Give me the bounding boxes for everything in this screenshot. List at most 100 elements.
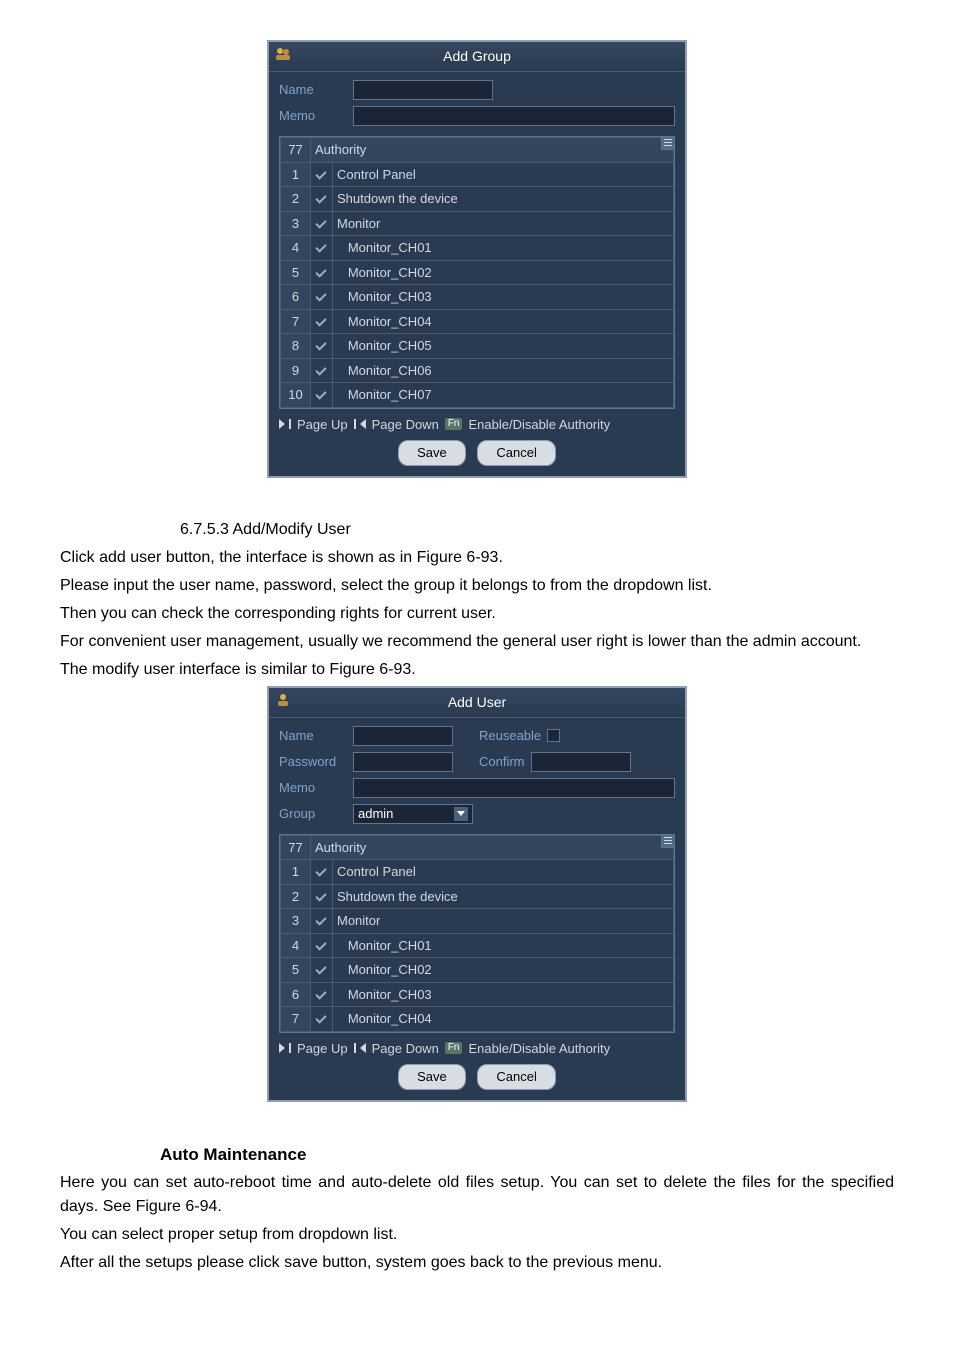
authority-label: Monitor_CH05 bbox=[333, 334, 674, 359]
row-checkbox[interactable] bbox=[311, 982, 333, 1007]
table-row[interactable]: 2Shutdown the device bbox=[281, 884, 674, 909]
row-checkbox[interactable] bbox=[311, 884, 333, 909]
authority-label: Monitor_CH03 bbox=[333, 285, 674, 310]
scrollbar-top-icon[interactable] bbox=[661, 834, 675, 848]
check-icon bbox=[315, 864, 327, 876]
table-row[interactable]: 7 Monitor_CH04 bbox=[281, 1007, 674, 1032]
row-checkbox[interactable] bbox=[311, 285, 333, 310]
name-input[interactable] bbox=[353, 80, 493, 100]
table-row[interactable]: 1Control Panel bbox=[281, 860, 674, 885]
save-button[interactable]: Save bbox=[398, 1064, 466, 1090]
authority-table-wrap: 77 Authority 1Control Panel2Shutdown the… bbox=[279, 834, 675, 1033]
row-checkbox[interactable] bbox=[311, 334, 333, 359]
authority-label: Control Panel bbox=[333, 162, 674, 187]
authority-label: Shutdown the device bbox=[333, 884, 674, 909]
authority-label: Shutdown the device bbox=[333, 187, 674, 212]
enable-disable-label: Enable/Disable Authority bbox=[468, 415, 610, 435]
row-number: 6 bbox=[281, 285, 311, 310]
row-checkbox[interactable] bbox=[311, 187, 333, 212]
reuseable-label: Reuseable bbox=[479, 726, 541, 746]
row-number: 3 bbox=[281, 909, 311, 934]
group-select[interactable]: admin bbox=[353, 804, 473, 824]
table-row[interactable]: 5 Monitor_CH02 bbox=[281, 958, 674, 983]
table-row[interactable]: 5 Monitor_CH02 bbox=[281, 260, 674, 285]
row-checkbox[interactable] bbox=[311, 260, 333, 285]
page-up-icon[interactable] bbox=[279, 1043, 291, 1053]
dialog-titlebar: Add User bbox=[269, 688, 685, 718]
check-icon bbox=[315, 191, 327, 203]
table-row[interactable]: 2Shutdown the device bbox=[281, 187, 674, 212]
auto-maintenance-heading: Auto Maintenance bbox=[160, 1142, 894, 1168]
check-icon bbox=[315, 387, 327, 399]
row-checkbox[interactable] bbox=[311, 236, 333, 261]
fn-badge: Fn bbox=[445, 418, 463, 430]
row-number: 6 bbox=[281, 982, 311, 1007]
save-button[interactable]: Save bbox=[398, 440, 466, 466]
memo-label: Memo bbox=[279, 106, 347, 126]
table-row[interactable]: 4 Monitor_CH01 bbox=[281, 236, 674, 261]
row-number: 4 bbox=[281, 933, 311, 958]
dialog-title: Add Group bbox=[443, 48, 511, 64]
table-row[interactable]: 8 Monitor_CH05 bbox=[281, 334, 674, 359]
table-row[interactable]: 3Monitor bbox=[281, 211, 674, 236]
check-icon bbox=[315, 1011, 327, 1023]
cancel-button[interactable]: Cancel bbox=[477, 1064, 555, 1090]
memo-input[interactable] bbox=[353, 778, 675, 798]
row-number: 7 bbox=[281, 1007, 311, 1032]
authority-header: Authority bbox=[311, 835, 674, 860]
table-row[interactable]: 10 Monitor_CH07 bbox=[281, 383, 674, 408]
paging-hint: Page Up Page Down Fn Enable/Disable Auth… bbox=[279, 1039, 675, 1059]
table-row[interactable]: 1Control Panel bbox=[281, 162, 674, 187]
reuseable-checkbox[interactable] bbox=[547, 729, 560, 742]
check-icon bbox=[315, 167, 327, 179]
chevron-down-icon bbox=[454, 807, 468, 821]
check-icon bbox=[315, 962, 327, 974]
authority-label: Monitor_CH04 bbox=[333, 309, 674, 334]
check-icon bbox=[315, 913, 327, 925]
table-row[interactable]: 9 Monitor_CH06 bbox=[281, 358, 674, 383]
confirm-input[interactable] bbox=[531, 752, 631, 772]
table-row[interactable]: 6 Monitor_CH03 bbox=[281, 982, 674, 1007]
paragraph: After all the setups please click save b… bbox=[60, 1251, 894, 1275]
password-input[interactable] bbox=[353, 752, 453, 772]
row-checkbox[interactable] bbox=[311, 162, 333, 187]
row-number: 3 bbox=[281, 211, 311, 236]
check-icon bbox=[315, 363, 327, 375]
fn-badge: Fn bbox=[445, 1042, 463, 1054]
row-checkbox[interactable] bbox=[311, 860, 333, 885]
table-row[interactable]: 7 Monitor_CH04 bbox=[281, 309, 674, 334]
row-checkbox[interactable] bbox=[311, 909, 333, 934]
authority-label: Monitor_CH06 bbox=[333, 358, 674, 383]
row-checkbox[interactable] bbox=[311, 309, 333, 334]
table-row[interactable]: 4 Monitor_CH01 bbox=[281, 933, 674, 958]
check-icon bbox=[315, 314, 327, 326]
name-input[interactable] bbox=[353, 726, 453, 746]
page-down-icon[interactable] bbox=[354, 1043, 366, 1053]
paragraph: Then you can check the corresponding rig… bbox=[60, 602, 894, 626]
scrollbar-top-icon[interactable] bbox=[661, 136, 675, 150]
count-header: 77 bbox=[281, 835, 311, 860]
row-checkbox[interactable] bbox=[311, 358, 333, 383]
row-checkbox[interactable] bbox=[311, 211, 333, 236]
row-checkbox[interactable] bbox=[311, 933, 333, 958]
dialog-title: Add User bbox=[448, 694, 506, 710]
cancel-button[interactable]: Cancel bbox=[477, 440, 555, 466]
authority-label: Monitor_CH07 bbox=[333, 383, 674, 408]
row-number: 9 bbox=[281, 358, 311, 383]
table-row[interactable]: 6 Monitor_CH03 bbox=[281, 285, 674, 310]
dialog-titlebar: Add Group bbox=[269, 42, 685, 72]
row-number: 7 bbox=[281, 309, 311, 334]
authority-label: Control Panel bbox=[333, 860, 674, 885]
row-checkbox[interactable] bbox=[311, 1007, 333, 1032]
memo-input[interactable] bbox=[353, 106, 675, 126]
check-icon bbox=[315, 289, 327, 301]
row-checkbox[interactable] bbox=[311, 383, 333, 408]
row-number: 8 bbox=[281, 334, 311, 359]
authority-label: Monitor_CH03 bbox=[333, 982, 674, 1007]
page-down-icon[interactable] bbox=[354, 419, 366, 429]
row-checkbox[interactable] bbox=[311, 958, 333, 983]
authority-label: Monitor_CH02 bbox=[333, 958, 674, 983]
page-up-icon[interactable] bbox=[279, 419, 291, 429]
check-icon bbox=[315, 216, 327, 228]
table-row[interactable]: 3Monitor bbox=[281, 909, 674, 934]
